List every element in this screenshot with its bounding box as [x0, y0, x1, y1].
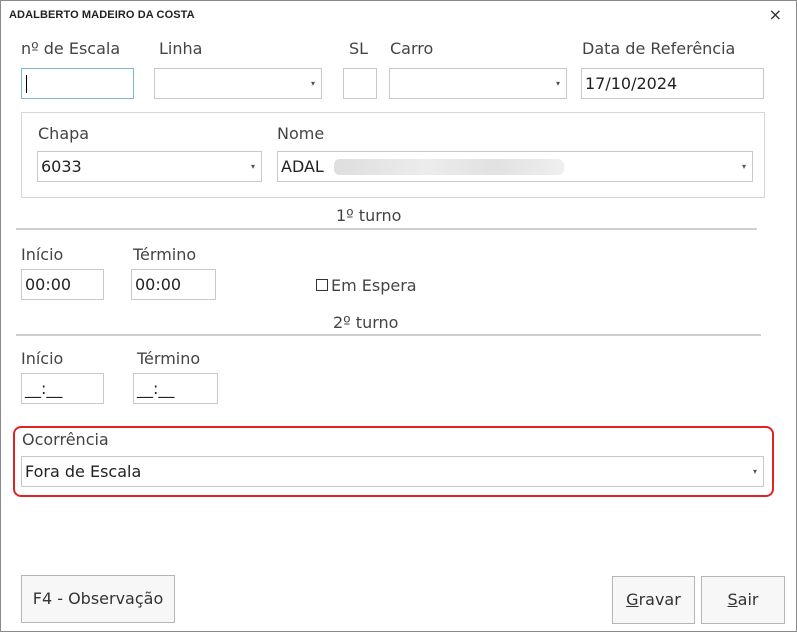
em-espera-checkbox[interactable]: [316, 279, 328, 291]
window-title: ADALBERTO MADEIRO DA COSTA: [9, 9, 195, 21]
sair-button[interactable]: Sair: [701, 576, 785, 624]
turno2-heading: 2º turno: [333, 313, 399, 332]
turno1-divider: [16, 228, 757, 230]
sair-button-label: air: [737, 590, 759, 609]
nome-dropdown[interactable]: ADAL ▾: [277, 151, 753, 182]
ocorrencia-value: Fora de Escala: [25, 462, 142, 481]
dialog-window: ADALBERTO MADEIRO DA COSTA × nº de Escal…: [0, 0, 797, 632]
chevron-down-icon: ▾: [741, 162, 746, 171]
sair-hotkey: S: [727, 590, 738, 609]
termino1-input[interactable]: 00:00: [131, 269, 216, 300]
data-referencia-label: Data de Referência: [582, 39, 736, 58]
chapa-dropdown[interactable]: 6033 ▾: [37, 151, 262, 182]
sl-input[interactable]: [343, 68, 377, 99]
termino2-label: Término: [137, 349, 201, 368]
termino1-value: 00:00: [135, 275, 182, 294]
turno1-heading: 1º turno: [336, 206, 402, 225]
ocorrencia-label: Ocorrência: [22, 430, 109, 449]
nome-label: Nome: [277, 124, 325, 143]
inicio1-value: 00:00: [25, 275, 72, 294]
observacao-button-label: F4 - Observação: [32, 589, 164, 608]
observacao-button[interactable]: F4 - Observação: [21, 575, 175, 623]
inicio2-value: __:__: [25, 379, 63, 398]
data-referencia-value: 17/10/2024: [585, 74, 678, 93]
chevron-down-icon: ▾: [250, 162, 255, 171]
chevron-down-icon: ▾: [752, 467, 757, 476]
inicio1-input[interactable]: 00:00: [21, 269, 104, 300]
close-icon[interactable]: ×: [769, 5, 782, 25]
inicio1-label: Início: [21, 245, 64, 264]
turno2-divider: [16, 334, 761, 336]
escala-label: nº de Escala: [21, 39, 121, 58]
sl-label: SL: [349, 39, 369, 58]
termino2-value: __:__: [137, 379, 175, 398]
chevron-down-icon: ▾: [310, 79, 315, 88]
gravar-hotkey: G: [626, 590, 639, 609]
chapa-value: 6033: [41, 157, 82, 176]
text-caret: [26, 75, 27, 93]
ocorrencia-dropdown[interactable]: Fora de Escala ▾: [21, 456, 764, 487]
termino1-label: Término: [133, 245, 197, 264]
escala-input[interactable]: [21, 68, 134, 99]
inicio2-input[interactable]: __:__: [21, 373, 104, 404]
gravar-button[interactable]: Gravar: [612, 576, 695, 624]
carro-dropdown[interactable]: ▾: [389, 68, 567, 99]
inicio2-label: Início: [21, 349, 64, 368]
redacted-name-blur: [334, 159, 564, 175]
em-espera-label: Em Espera: [331, 276, 417, 295]
gravar-button-label: ravar: [638, 590, 681, 609]
termino2-input[interactable]: __:__: [133, 373, 218, 404]
data-referencia-input[interactable]: 17/10/2024: [581, 68, 764, 99]
linha-dropdown[interactable]: ▾: [154, 68, 322, 99]
linha-label: Linha: [159, 39, 203, 58]
nome-value: ADAL: [281, 157, 324, 176]
chapa-label: Chapa: [38, 124, 90, 143]
carro-label: Carro: [390, 39, 434, 58]
chevron-down-icon: ▾: [555, 79, 560, 88]
